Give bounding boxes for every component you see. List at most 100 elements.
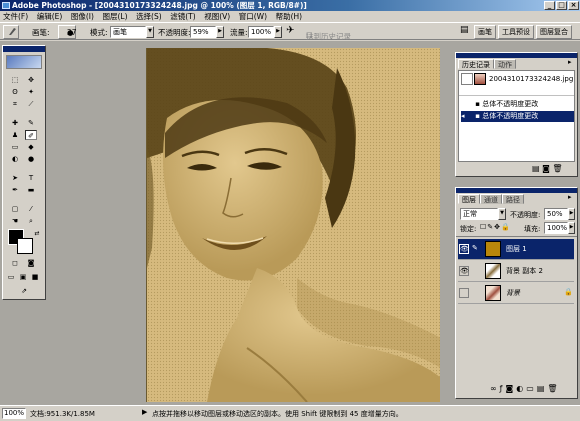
eraser-tool-icon[interactable]: ▭ <box>9 142 21 152</box>
snapshot-name[interactable]: 2004310173324248.jpg <box>489 75 573 83</box>
background-color-swatch[interactable] <box>17 238 33 254</box>
zoom-input[interactable]: 100% <box>2 408 26 419</box>
flow-label: 流量: <box>230 28 248 37</box>
brush-picker[interactable]: ● 27 <box>58 25 77 39</box>
adobe-online-logo[interactable] <box>6 55 42 69</box>
eye-icon[interactable]: 👁 <box>459 266 469 276</box>
layer-mask-icon[interactable]: ◙ <box>506 384 517 393</box>
jump-to-imageready-icon[interactable]: ⇗ <box>18 286 30 296</box>
menu-edit[interactable]: 编辑(E) <box>34 11 66 22</box>
magic-wand-icon[interactable]: ✦ <box>25 87 37 97</box>
tab-paths[interactable]: 路径 <box>502 194 524 204</box>
path-selection-icon[interactable]: ➤ <box>9 173 21 183</box>
flow-slider-arrow[interactable]: ▶ <box>274 26 282 38</box>
tool-preset-picker[interactable] <box>3 25 19 39</box>
dodge-tool-icon[interactable]: ● <box>25 154 37 164</box>
fill-arrow[interactable]: ▶ <box>568 222 575 234</box>
new-group-icon[interactable]: ▭ <box>526 384 537 393</box>
menu-window[interactable]: 窗口(W) <box>236 11 270 22</box>
clone-stamp-icon[interactable]: ♟ <box>9 130 21 140</box>
layer-row-layer1[interactable]: 👁 ✎ 图层 1 <box>458 239 574 260</box>
palette-tab-layer-comps[interactable]: 图层复合 <box>536 25 572 39</box>
fill-input[interactable]: 100% <box>544 222 568 234</box>
opacity-input[interactable]: 59% <box>190 26 216 38</box>
brush-tool-icon[interactable]: ✎ <box>25 118 37 128</box>
title-bar[interactable]: Adobe Photoshop - [2004310173324248.jpg … <box>0 0 580 11</box>
healing-brush-icon[interactable]: ✚ <box>9 118 21 128</box>
standard-mode-icon[interactable]: ◻ <box>9 258 21 268</box>
notes-tool-icon[interactable]: ▢ <box>9 204 21 214</box>
link-icon[interactable]: ∞ <box>490 384 500 393</box>
marquee-tool-icon[interactable]: ⬚ <box>9 75 21 85</box>
panel-menu-arrow-icon[interactable]: ▸ <box>568 58 572 66</box>
zoom-tool-icon[interactable]: ⌕ <box>25 216 37 226</box>
history-panel-titlebar[interactable] <box>456 53 577 58</box>
menu-help[interactable]: 帮助(H) <box>273 11 306 22</box>
file-browser-icon[interactable]: ▤ <box>460 25 469 35</box>
close-button[interactable]: × <box>568 1 579 10</box>
snapshot-source-box[interactable] <box>461 73 473 85</box>
delete-state-icon[interactable]: 🗑 <box>552 164 562 173</box>
layer-row-bg-copy2[interactable]: 👁 背景 副本 2 <box>458 261 574 282</box>
panel-menu-arrow-icon[interactable]: ▸ <box>568 193 572 201</box>
pen-tool-icon[interactable]: ✒ <box>9 185 21 195</box>
doc-size[interactable]: 文档:951.3K/1.85M <box>30 409 95 419</box>
screen-mode-standard-icon[interactable]: ▭ <box>6 272 16 282</box>
history-step[interactable]: ▪ 总体不透明度更改 <box>461 99 574 110</box>
eye-icon[interactable]: 👁 <box>459 244 469 254</box>
eye-icon[interactable] <box>459 288 469 298</box>
blend-mode-select[interactable]: 正常 <box>460 208 498 220</box>
screen-mode-menu-icon[interactable]: ▣ <box>18 272 28 282</box>
layer-row-background[interactable]: 背景 🔒 <box>458 283 574 304</box>
quick-mask-icon[interactable]: ◙ <box>25 258 37 268</box>
snapshot-thumbnail[interactable] <box>474 73 486 85</box>
menu-image[interactable]: 图像(I) <box>68 11 97 22</box>
status-bar: 100% 文档:951.3K/1.85M ▶ 点按并拖移以移动图层或移动选区的副… <box>0 405 580 421</box>
airbrush-icon[interactable]: ✈ <box>286 25 294 36</box>
eyedropper-icon[interactable]: ⁄ <box>25 204 37 214</box>
blend-mode-dropdown-arrow[interactable]: ▼ <box>498 208 506 220</box>
flow-input[interactable]: 100% <box>248 26 274 38</box>
maximize-button[interactable]: □ <box>556 1 567 10</box>
tab-history[interactable]: 历史记录 <box>458 59 494 69</box>
menu-layer[interactable]: 图层(L) <box>99 11 130 22</box>
lock-icons[interactable]: ☐✎✥🔒 <box>480 223 511 231</box>
delete-layer-icon[interactable]: 🗑 <box>547 384 560 393</box>
opacity-slider-arrow[interactable]: ▶ <box>216 26 224 38</box>
type-tool-icon[interactable]: T <box>25 173 37 183</box>
lasso-tool-icon[interactable]: ʘ <box>9 87 21 97</box>
tab-layers[interactable]: 图层 <box>458 194 480 204</box>
palette-tab-brushes[interactable]: 画笔 <box>474 25 496 39</box>
toolbox-titlebar[interactable] <box>3 46 45 52</box>
blur-tool-icon[interactable]: ◐ <box>9 154 21 164</box>
history-brush-tool-icon[interactable]: ✐ <box>25 130 37 140</box>
layers-panel-titlebar[interactable] <box>456 188 577 193</box>
image-canvas[interactable] <box>146 48 440 402</box>
mode-dropdown-arrow[interactable]: ▼ <box>146 26 154 38</box>
mode-select[interactable]: 画笔 <box>110 26 146 38</box>
palette-tab-tool-presets[interactable]: 工具预设 <box>498 25 534 39</box>
screen-mode-full-icon[interactable]: ■ <box>30 272 40 282</box>
move-tool-icon[interactable]: ✥ <box>25 75 37 85</box>
menu-view[interactable]: 视图(V) <box>201 11 233 22</box>
menu-select[interactable]: 选择(S) <box>133 11 165 22</box>
crop-tool-icon[interactable]: ⌗ <box>9 99 21 109</box>
layer-opacity-arrow[interactable]: ▶ <box>568 208 575 220</box>
swap-colors-icon[interactable]: ⇄ <box>31 229 43 239</box>
minimize-button[interactable]: _ <box>544 1 555 10</box>
new-layer-icon[interactable]: ▤ <box>537 384 548 393</box>
hand-tool-icon[interactable]: ☚ <box>9 216 21 226</box>
shape-tool-icon[interactable]: ▬ <box>25 185 37 195</box>
menu-filter[interactable]: 滤镜(T) <box>167 11 198 22</box>
slice-tool-icon[interactable]: ⟋ <box>25 99 37 109</box>
menu-file[interactable]: 文件(F) <box>0 11 31 22</box>
new-snapshot-icon[interactable]: ◙ <box>542 164 550 173</box>
layer-opacity-input[interactable]: 50% <box>544 208 568 220</box>
status-arrow-icon[interactable]: ▶ <box>142 408 147 416</box>
tab-channels[interactable]: 通道 <box>480 194 502 204</box>
history-step-current[interactable]: ◂ ▪ 总体不透明度更改 <box>461 111 574 122</box>
paint-bucket-icon[interactable]: ◆ <box>25 142 37 152</box>
tab-actions[interactable]: 动作 <box>494 59 516 69</box>
new-document-icon[interactable]: ▤ <box>532 164 540 173</box>
adjustment-layer-icon[interactable]: ◐ <box>516 384 526 393</box>
